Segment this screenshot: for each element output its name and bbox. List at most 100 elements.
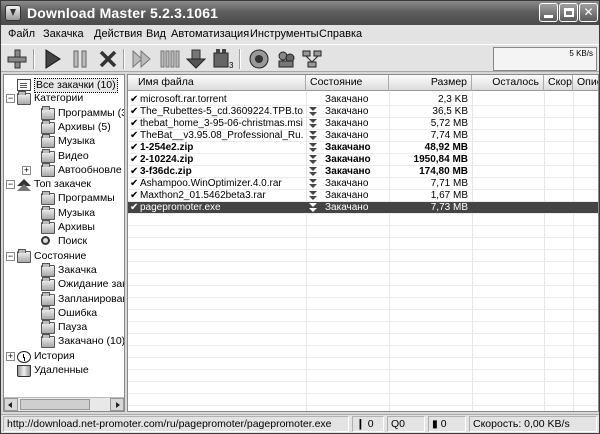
tree-item[interactable]: Ожидание зак: [4, 277, 125, 292]
scroll-thumb[interactable]: [20, 399, 90, 410]
folder-icon: [41, 191, 55, 206]
category-tree[interactable]: Все закачки (10) − Категории Программы (3 Ар…: [3, 74, 125, 412]
trash-icon: [17, 365, 31, 377]
delete-button[interactable]: [97, 48, 119, 70]
toolbar-separator: [33, 49, 35, 69]
completed-icon: [309, 143, 317, 153]
row-divider: [128, 225, 598, 226]
download-queue-button[interactable]: [185, 48, 207, 70]
column-header-status[interactable]: Состояние: [306, 75, 389, 91]
menu-help[interactable]: Справка: [319, 28, 362, 40]
tree-horizontal-scrollbar[interactable]: [4, 397, 124, 411]
row-divider: [128, 393, 598, 394]
row-divider: [128, 141, 598, 142]
folder-icon: [17, 91, 31, 106]
scroll-left-icon[interactable]: [4, 398, 18, 411]
completed-icon: [309, 203, 317, 213]
doc-icon: [17, 79, 31, 91]
column-header-speed[interactable]: Скорость: [544, 75, 573, 91]
menu-automation[interactable]: Автоматизация: [171, 28, 249, 40]
pause-button[interactable]: [69, 48, 91, 70]
tree-item[interactable]: + Автообновле: [4, 162, 124, 177]
row-divider: [128, 105, 598, 106]
tree-item[interactable]: − Категории: [4, 91, 124, 106]
tree-item-label: Архивы: [58, 221, 95, 233]
tree-item-label: Топ закачек: [34, 178, 92, 191]
pause-all-button[interactable]: [158, 48, 180, 70]
row-divider: [128, 153, 598, 154]
close-button[interactable]: ✕: [579, 3, 598, 22]
tree-item[interactable]: + История: [4, 350, 124, 363]
tree-item[interactable]: Музыка: [4, 134, 124, 149]
toolbar: 3 5 KB/s: [1, 44, 599, 72]
close-icon: ✕: [583, 5, 594, 19]
minimize-button[interactable]: [539, 3, 558, 22]
tree-item[interactable]: Архивы (5): [4, 119, 124, 134]
folder-icon: [41, 119, 55, 134]
tree-item-label: Ожидание зак: [58, 278, 125, 291]
up-icon: [17, 179, 31, 192]
menu-actions[interactable]: Действия: [94, 28, 142, 40]
download-list[interactable]: Имя файла Состояние Размер Осталось Скор…: [127, 74, 599, 412]
status-active-count: ❙ 0: [352, 416, 384, 432]
tree-item[interactable]: Программы: [4, 191, 124, 206]
column-header-filename[interactable]: Имя файла: [128, 75, 306, 91]
site-manager-button[interactable]: [275, 48, 297, 70]
tree-item[interactable]: − Состояние: [4, 248, 124, 263]
column-header-size[interactable]: Размер: [389, 75, 472, 91]
collapse-icon[interactable]: −: [6, 180, 15, 190]
column-header-description[interactable]: Опис: [573, 75, 598, 91]
network-button[interactable]: [301, 48, 323, 70]
app-icon[interactable]: [5, 5, 21, 21]
minimize-icon: [544, 15, 553, 18]
tree-item-label: Автообновле: [58, 163, 122, 176]
tree-item-label: Видео: [58, 149, 89, 162]
tree-item[interactable]: − Топ закачек: [4, 178, 124, 192]
folder-icon: [41, 277, 55, 292]
menu-file[interactable]: Файл: [8, 28, 35, 40]
column-header-remaining[interactable]: Осталось: [472, 75, 544, 91]
row-divider: [128, 357, 598, 358]
tree-item[interactable]: Поиск: [4, 235, 124, 248]
tree-item[interactable]: Программы (3: [4, 105, 124, 120]
tree-item[interactable]: Все закачки (10): [4, 78, 124, 93]
plugin-button[interactable]: [248, 48, 270, 70]
status-scheduled-count: ▮ 0: [428, 416, 466, 432]
title-bar[interactable]: Download Master 5.2.3.1061 ✕: [1, 1, 599, 25]
tree-item[interactable]: Музыка: [4, 205, 124, 220]
tree-item[interactable]: Ошибка: [4, 305, 124, 320]
folder-icon: [41, 134, 55, 149]
row-divider: [128, 381, 598, 382]
expand-icon[interactable]: +: [6, 351, 15, 361]
row-divider: [128, 165, 598, 166]
tree-item-label: Все закачки (10): [34, 78, 118, 93]
tree-item[interactable]: Закачано (10): [4, 334, 125, 349]
tree-item[interactable]: Видео: [4, 148, 124, 163]
collapse-icon[interactable]: −: [6, 94, 15, 104]
row-divider: [128, 321, 598, 322]
start-button[interactable]: [41, 48, 63, 70]
tree-item-label: Закачано (10): [58, 335, 125, 348]
maximize-button[interactable]: [559, 3, 578, 22]
expand-icon[interactable]: +: [22, 165, 31, 175]
scheduler-button[interactable]: 3: [212, 48, 234, 70]
row-divider: [128, 249, 598, 250]
menu-view[interactable]: Вид: [146, 28, 166, 40]
tree-item[interactable]: Архивы: [4, 220, 124, 234]
tree-item[interactable]: Закачка: [4, 262, 124, 277]
tree-item-label: Удаленные: [34, 364, 89, 376]
svg-text:3: 3: [229, 61, 234, 70]
tree-item[interactable]: Удаленные: [4, 364, 124, 377]
menu-tools[interactable]: Инструменты: [250, 28, 319, 40]
tree-item[interactable]: Запланирован: [4, 291, 124, 306]
menu-download[interactable]: Закачка: [43, 28, 84, 40]
toolbar-separator: [123, 49, 125, 69]
collapse-icon[interactable]: −: [6, 251, 15, 261]
add-download-button[interactable]: [6, 48, 28, 70]
tree-item[interactable]: Пауза: [4, 320, 124, 335]
folder-icon: [41, 291, 55, 306]
scroll-right-icon[interactable]: [110, 398, 124, 411]
start-all-button[interactable]: [131, 48, 153, 70]
row-divider: [128, 345, 598, 346]
window-title: Download Master 5.2.3.1061: [27, 5, 219, 21]
